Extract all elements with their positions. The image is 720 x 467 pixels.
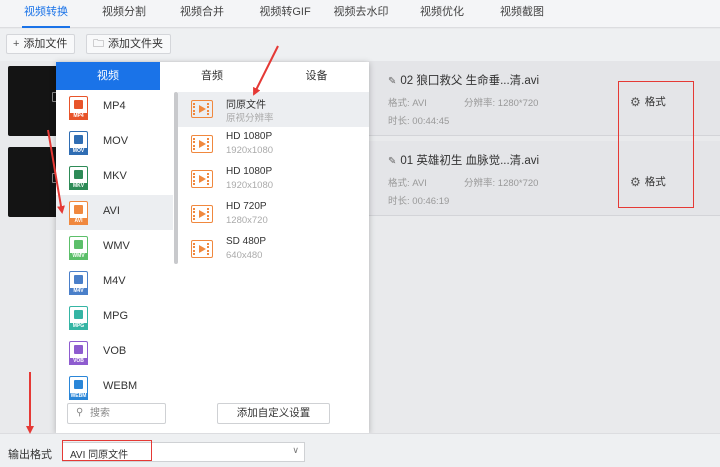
tab-video-remove-watermark[interactable]: 视频去水印 <box>330 0 392 28</box>
popup-tabs: 视频 音频 设备 <box>56 62 369 90</box>
format-label: WMV <box>103 240 130 252</box>
add-file-label: 添加文件 <box>23 38 68 50</box>
format-item-wmv[interactable]: WMV WMV <box>56 230 173 265</box>
play-icon <box>199 175 206 183</box>
play-icon <box>199 210 206 218</box>
output-format-label: 输出格式 <box>8 449 52 461</box>
format-label: VOB <box>103 345 127 357</box>
play-icon <box>199 245 206 253</box>
format-label: AVI <box>103 205 120 217</box>
format-item-mp4[interactable]: MP4 MP4 <box>56 90 173 125</box>
preset-subtitle: 1920x1080 <box>226 180 274 191</box>
annotation-highlight-box <box>62 440 152 461</box>
file-name[interactable]: ✎ 02 狼囗救父 生命垂...清.avi <box>388 72 539 88</box>
preset-item-sd-480p[interactable]: SD 480P 640x480 <box>178 232 369 267</box>
preset-item-hd-1080p[interactable]: HD 1080P 1920x1080 <box>178 162 369 197</box>
preset-subtitle: 原视分辨率 <box>226 113 274 124</box>
preset-title: 同原文件 <box>226 100 266 111</box>
duration-meta: 时长: 00:44:45 <box>388 116 450 127</box>
format-label: M4V <box>103 275 126 287</box>
edit-icon[interactable]: ✎ <box>388 156 396 167</box>
format-item-webm[interactable]: WEBM WEBM <box>56 370 173 405</box>
folder-icon: 🗀 <box>93 38 104 50</box>
mov-file-icon: MOV <box>69 131 88 155</box>
format-item-mkv[interactable]: MKV MKV <box>56 160 173 195</box>
preset-title: HD 1080P <box>226 166 273 177</box>
play-icon <box>199 140 206 148</box>
m4v-file-icon: M4V <box>69 271 88 295</box>
format-item-m4v[interactable]: M4V M4V <box>56 265 173 300</box>
preset-item-original[interactable]: 同原文件 原视分辨率 <box>178 92 369 127</box>
preset-subtitle: 1920x1080 <box>226 145 274 156</box>
preset-item-hd-720p[interactable]: HD 720P 1280x720 <box>178 197 369 232</box>
format-meta: 格式: AVI <box>388 178 427 189</box>
preset-title: HD 1080P <box>226 131 273 142</box>
popup-tab-device[interactable]: 设备 <box>264 62 369 90</box>
format-item-vob[interactable]: VOB VOB <box>56 335 173 370</box>
resolution-meta: 分辨率: 1280*720 <box>464 178 539 189</box>
chevron-down-icon: ∨ <box>292 445 299 455</box>
format-label: MOV <box>103 135 129 147</box>
tab-video-convert[interactable]: 视频转换 <box>16 0 76 28</box>
format-meta: 格式: AVI <box>388 98 427 109</box>
mkv-file-icon: MKV <box>69 166 88 190</box>
toolbar: + 添加文件 🗀 添加文件夹 <box>0 29 720 61</box>
resolution-meta: 分辨率: 1280*720 <box>464 98 539 109</box>
preset-list: 同原文件 原视分辨率 HD 1080P 1920x1080 HD 1080P 1… <box>178 90 369 390</box>
tab-video-optimize[interactable]: 视频优化 <box>414 0 470 28</box>
file-name[interactable]: ✎ 01 英雄初生 血脉觉...清.avi <box>388 152 539 168</box>
webm-file-icon: WEBM <box>69 376 88 400</box>
add-file-button[interactable]: + 添加文件 <box>6 34 76 54</box>
format-picker-popup: 视频 音频 设备 MP4 MP4 MOV MOV MKV MKV AVI AVI… <box>56 62 369 433</box>
plus-icon: + <box>13 38 20 50</box>
format-list: MP4 MP4 MOV MOV MKV MKV AVI AVI WMV WMV … <box>56 90 173 426</box>
tab-video-screenshot[interactable]: 视频截图 <box>494 0 550 28</box>
format-item-avi[interactable]: AVI AVI <box>56 195 173 230</box>
search-icon: ⚲ <box>76 407 84 418</box>
annotation-highlight-box <box>618 81 694 208</box>
tab-video-merge[interactable]: 视频合并 <box>174 0 230 28</box>
preset-title: HD 720P <box>226 201 267 212</box>
mp4-file-icon: MP4 <box>69 96 88 120</box>
wmv-file-icon: WMV <box>69 236 88 260</box>
popup-tab-audio[interactable]: 音频 <box>160 62 264 90</box>
add-folder-label: 添加文件夹 <box>108 38 163 50</box>
play-icon <box>199 105 206 113</box>
popup-tab-video[interactable]: 视频 <box>56 62 160 90</box>
tab-video-to-gif[interactable]: 视频转GIF <box>252 0 318 28</box>
format-item-mov[interactable]: MOV MOV <box>56 125 173 160</box>
video-thumbnail <box>8 147 60 217</box>
format-search-field[interactable]: ⚲ <box>67 403 166 424</box>
top-nav: 视频转换 视频分割 视频合并 视频转GIF 视频去水印 视频优化 视频截图 <box>0 0 720 28</box>
format-label: MP4 <box>103 100 126 112</box>
add-custom-setting-button[interactable]: 添加自定义设置 <box>217 403 330 424</box>
search-input[interactable] <box>90 406 162 421</box>
preset-item-hd-1080p[interactable]: HD 1080P 1920x1080 <box>178 127 369 162</box>
mpg-file-icon: MPG <box>69 306 88 330</box>
preset-subtitle: 1280x720 <box>226 215 268 226</box>
video-thumbnail <box>8 66 60 136</box>
vob-file-icon: VOB <box>69 341 88 365</box>
add-folder-button[interactable]: 🗀 添加文件夹 <box>86 34 171 54</box>
format-label: MPG <box>103 310 129 322</box>
format-label: WEBM <box>103 380 138 392</box>
edit-icon[interactable]: ✎ <box>388 76 396 87</box>
preset-title: SD 480P <box>226 236 267 247</box>
format-item-mpg[interactable]: MPG MPG <box>56 300 173 335</box>
avi-file-icon: AVI <box>69 201 88 225</box>
duration-meta: 时长: 00:46:19 <box>388 196 450 207</box>
format-label: MKV <box>103 170 127 182</box>
preset-subtitle: 640x480 <box>226 250 263 261</box>
tab-video-split[interactable]: 视频分割 <box>96 0 152 28</box>
